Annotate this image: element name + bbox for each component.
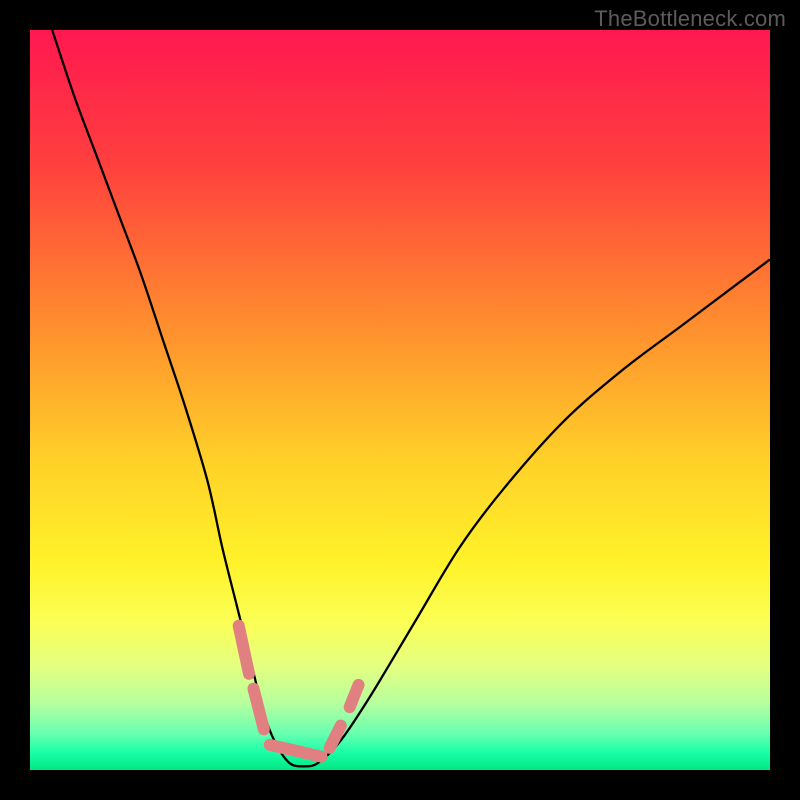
curve-layer [30, 30, 770, 770]
chart-frame: TheBottleneck.com [0, 0, 800, 800]
marker-segment [270, 745, 322, 757]
marker-segment [253, 689, 263, 730]
marker-overlay-group [239, 626, 359, 757]
marker-segment [330, 726, 341, 748]
marker-segment [239, 626, 249, 674]
plot-area [30, 30, 770, 770]
watermark-text: TheBottleneck.com [594, 6, 786, 32]
marker-segment [350, 685, 359, 707]
bottleneck-curve-path [52, 30, 770, 766]
